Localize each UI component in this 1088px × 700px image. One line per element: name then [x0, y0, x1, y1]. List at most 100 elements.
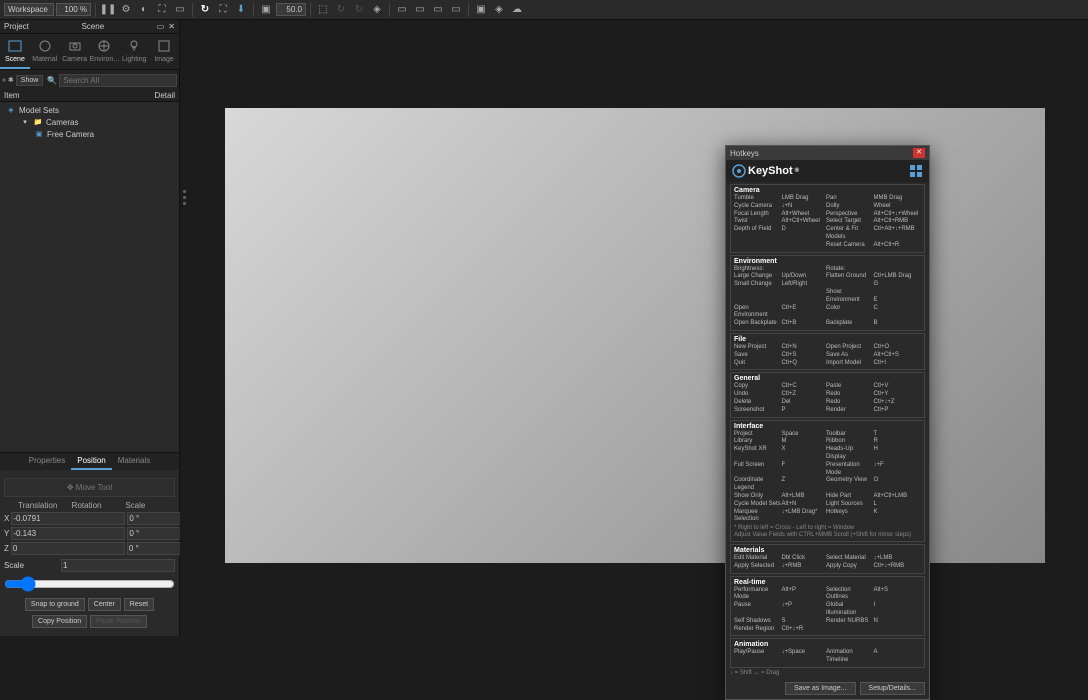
- copy-position-button[interactable]: Copy Position: [32, 615, 87, 628]
- cube-icon: ◈: [6, 105, 16, 115]
- hotkey-note: * Right to left = Cross - Left to right …: [734, 525, 921, 531]
- show-button[interactable]: Show: [16, 75, 44, 86]
- move-tool-button[interactable]: ✥ Move Tool: [4, 478, 175, 497]
- dialog-titlebar[interactable]: Hotkeys ✕: [726, 146, 929, 160]
- close-icon[interactable]: ✕: [913, 148, 925, 158]
- hotkey-row: Show:: [734, 289, 921, 297]
- property-tabs: Properties Position Materials: [0, 452, 179, 470]
- section-title: Materials: [734, 547, 921, 554]
- translate-z[interactable]: [11, 542, 125, 555]
- hotkey-row: Performance ModeAlt+PSelection OutlinesA…: [734, 587, 921, 603]
- cube-icon[interactable]: ◈: [369, 2, 385, 18]
- section-title: Interface: [734, 423, 921, 430]
- paste-position-button[interactable]: Paste Position: [90, 615, 147, 628]
- download-icon[interactable]: ⬇: [233, 2, 249, 18]
- tab-environment[interactable]: Environ...: [89, 34, 119, 69]
- center-button[interactable]: Center: [88, 598, 121, 611]
- hotkey-row: TwistAlt+Ctl+WheelSelect TargetAlt+Ctl+R…: [734, 218, 921, 226]
- hotkey-section: GeneralCopyCtl+CPasteCtl+VUndoCtl+ZRedoC…: [730, 372, 925, 417]
- hotkey-row: DeleteDelRedoCtl+↓+Z: [734, 399, 921, 407]
- rotate-icon[interactable]: ↻: [333, 2, 349, 18]
- translate-y[interactable]: [11, 527, 125, 540]
- snap-button[interactable]: Snap to ground: [25, 598, 85, 611]
- hotkey-row: UndoCtl+ZRedoCtl+Y: [734, 391, 921, 399]
- tree-cameras[interactable]: ▾ 📁 Cameras: [2, 116, 177, 128]
- camera-icon[interactable]: ▣: [258, 2, 274, 18]
- render-icon[interactable]: ▣: [473, 2, 489, 18]
- select-icon[interactable]: ▭: [172, 2, 188, 18]
- prop-tab-position[interactable]: Position: [71, 453, 111, 470]
- scale-slider[interactable]: [4, 576, 175, 592]
- hotkey-row: Pause↓+PGlobal IlluminationI: [734, 602, 921, 618]
- collapse-icon[interactable]: »: [2, 72, 6, 88]
- screen4-icon[interactable]: ▭: [448, 2, 464, 18]
- translate-x[interactable]: [11, 512, 125, 525]
- search-input[interactable]: [59, 74, 177, 87]
- tab-camera[interactable]: Camera: [60, 34, 90, 69]
- hotkey-row: Open BackplateCtl+B BackplateB: [734, 320, 921, 328]
- hotkey-row: Small ChangeLeft/RightG: [734, 281, 921, 289]
- setup-details-button[interactable]: Setup/Details...: [860, 682, 925, 695]
- tree-model-sets[interactable]: ◈ Model Sets: [2, 104, 177, 116]
- circle-icon[interactable]: ◐: [136, 2, 152, 18]
- hotkey-section: FileNew ProjectCtl+NOpen ProjectCtl+OSav…: [730, 333, 925, 370]
- cloud-icon[interactable]: ☁: [509, 2, 525, 18]
- panel-close-icon[interactable]: ✕: [168, 22, 175, 31]
- reset-button[interactable]: Reset: [124, 598, 154, 611]
- render-value[interactable]: 50.0: [276, 3, 306, 16]
- screen3-icon[interactable]: ▭: [430, 2, 446, 18]
- left-panel: Project Scene ▭ ✕ Scene Material Camera …: [0, 20, 180, 636]
- settings-icon[interactable]: ⚙: [118, 2, 134, 18]
- reload-icon[interactable]: ↻: [351, 2, 367, 18]
- hotkey-section: EnvironmentBrightness:Rotate: Large Chan…: [730, 255, 925, 331]
- tab-material[interactable]: Material: [30, 34, 60, 69]
- viewport[interactable]: Hotkeys ✕ KeyShot® CameraTumbleLMB DragP…: [180, 20, 1088, 636]
- tab-scene[interactable]: Scene: [0, 34, 30, 69]
- expand-icon[interactable]: ⛶: [215, 2, 231, 18]
- hotkey-section: MaterialsEdit MaterialDbl ClickSelect Ma…: [730, 544, 925, 574]
- windows-icon: [909, 164, 923, 178]
- keyshot-logo: KeyShot®: [732, 164, 799, 178]
- screen2-icon[interactable]: ▭: [412, 2, 428, 18]
- hotkey-row: Render RegionCtl+↓+R: [734, 626, 921, 634]
- hotkey-row: Show OnlyAlt+LMBHide PartAlt+Ctl+LMB: [734, 493, 921, 501]
- region-icon[interactable]: ⬚: [315, 2, 331, 18]
- camera-icon: ▣: [34, 129, 44, 139]
- filter-icon[interactable]: ✱: [8, 72, 14, 88]
- hotkey-row: Coordinate LegendZGeometry ViewO: [734, 477, 921, 493]
- scale-uniform[interactable]: [61, 559, 175, 572]
- prop-tab-materials[interactable]: Materials: [112, 453, 156, 470]
- queue-icon[interactable]: ◈: [491, 2, 507, 18]
- prop-tab-properties[interactable]: Properties: [23, 453, 71, 470]
- tab-image[interactable]: Image: [149, 34, 179, 69]
- footer-legend: ↓ = Shift ↔ = Drag: [730, 670, 925, 676]
- section-title: Animation: [734, 641, 921, 648]
- panel-dock-icon[interactable]: ▭: [157, 22, 165, 31]
- refresh-icon[interactable]: ↻: [197, 2, 213, 18]
- hotkey-row: TumbleLMB DragPanMMB Drag: [734, 195, 921, 203]
- crop-icon[interactable]: ⛶: [154, 2, 170, 18]
- hotkey-section: Real-timePerformance ModeAlt+PSelection …: [730, 576, 925, 637]
- tree-free-camera[interactable]: ▣ Free Camera: [2, 128, 177, 140]
- hotkey-row: Focal LengthAlt+WheelPerspectiveAlt+Ctl+…: [734, 211, 921, 219]
- save-as-image-button[interactable]: Save as Image...: [785, 682, 856, 695]
- chevron-down-icon: ▾: [20, 117, 30, 127]
- sidebar-handle[interactable]: [183, 190, 186, 205]
- hotkey-section: CameraTumbleLMB DragPanMMB DragCycle Cam…: [730, 184, 925, 253]
- hotkey-section: AnimationPlay/Pause↓+SpaceAnimation Time…: [730, 638, 925, 668]
- hotkey-row: Large ChangeUp/Down Flatten GroundCtl+LM…: [734, 273, 921, 281]
- hotkeys-dialog: Hotkeys ✕ KeyShot® CameraTumbleLMB DragP…: [725, 145, 930, 700]
- hotkey-row: Apply Selected↓+RMBApply CopyCtl+↓+RMB: [734, 563, 921, 571]
- workspace-dropdown[interactable]: Workspace: [4, 3, 54, 16]
- section-title: Environment: [734, 258, 921, 265]
- section-title: General: [734, 375, 921, 382]
- project-title: Project: [4, 22, 29, 31]
- screen1-icon[interactable]: ▭: [394, 2, 410, 18]
- hotkey-row: QuitCtl+QImport ModelCtl+I: [734, 360, 921, 368]
- hotkey-row: KeyShot XRXHeads-Up DisplayH: [734, 446, 921, 462]
- pause-icon[interactable]: ❚❚: [100, 2, 116, 18]
- tab-lighting[interactable]: Lighting: [119, 34, 149, 69]
- zoom-field[interactable]: 100 %: [56, 3, 91, 16]
- folder-icon: 📁: [33, 117, 43, 127]
- hotkey-row: ProjectSpaceToolbarT: [734, 431, 921, 439]
